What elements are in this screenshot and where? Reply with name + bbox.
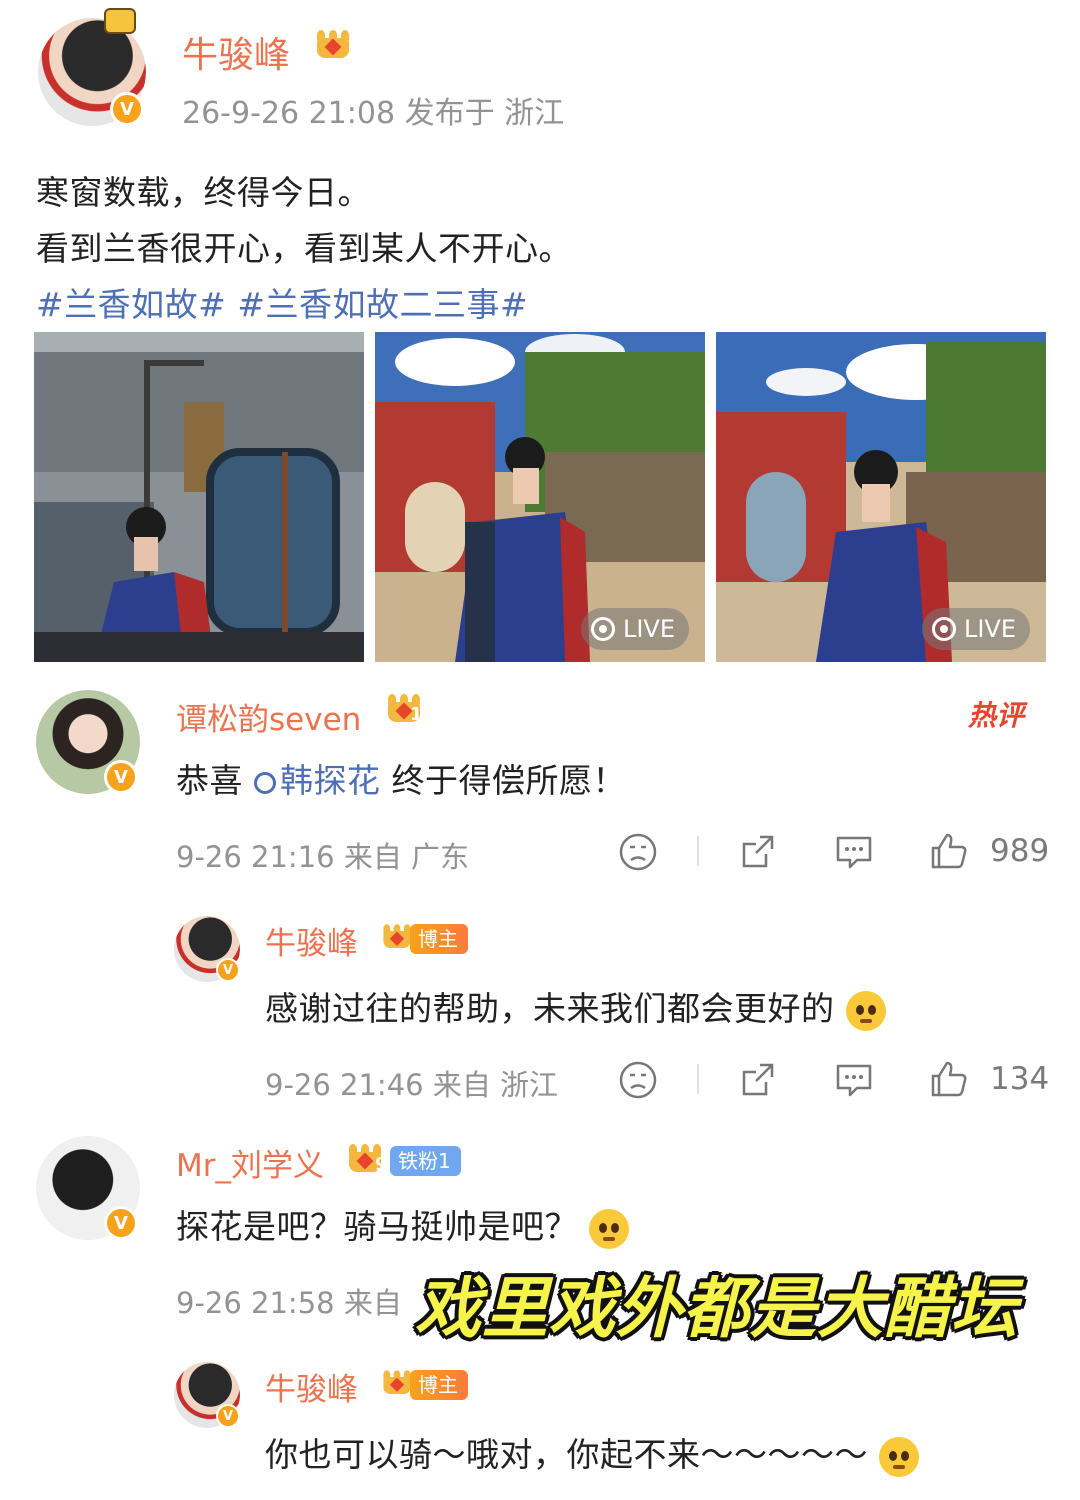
blogger-tag: 博主: [410, 924, 468, 954]
camera-decoration-icon: [104, 8, 136, 34]
topic-link[interactable]: #兰香如故二三事#: [237, 285, 528, 324]
post-topics: #兰香如故# #兰香如故二三事#: [36, 278, 528, 326]
crown-badge-icon: [381, 1369, 413, 1398]
dislike-icon[interactable]: [618, 832, 658, 872]
overlay-caption: 戏里戏外都是大醋坛: [415, 1270, 1018, 1347]
reply-author-name[interactable]: 牛骏峰: [265, 918, 358, 963]
reply-text: 感谢过往的帮助，未来我们都会更好的: [265, 982, 886, 1031]
verified-icon: V: [216, 958, 240, 982]
fan-level-number: 10: [410, 704, 436, 725]
comment-icon[interactable]: [833, 832, 875, 872]
post-time-location: 26-9-26 21:08 发布于 浙江: [182, 96, 565, 131]
post-photo-1[interactable]: [34, 332, 364, 662]
live-label: LIVE: [963, 615, 1016, 643]
live-icon: [931, 617, 956, 641]
reply-text-content: 你也可以骑～哦对，你起不来～～～～～: [265, 1435, 868, 1474]
comment-meta: 9-26 21:58 来自: [176, 1286, 402, 1320]
comment-icon[interactable]: [833, 1060, 875, 1100]
commenter-name[interactable]: 谭松韵seven: [176, 694, 361, 739]
divider: [697, 1064, 699, 1094]
like-icon[interactable]: [928, 830, 970, 872]
like-count: 989: [990, 833, 1050, 869]
mention-link[interactable]: 韩探花: [254, 761, 381, 800]
crown-badge-icon: [381, 923, 413, 952]
live-badge[interactable]: LIVE: [921, 608, 1030, 650]
reply-meta: 9-26 21:46 来自 浙江: [265, 1068, 559, 1102]
comment-text: 探花是吧？骑马挺帅是吧？: [176, 1200, 629, 1249]
verified-icon: V: [104, 760, 138, 794]
topic-link[interactable]: #兰香如故#: [36, 285, 226, 324]
verified-icon: V: [110, 92, 144, 126]
post-photo-2[interactable]: LIVE: [375, 332, 705, 662]
comment-text-prefix: 恭喜: [176, 761, 254, 800]
live-label: LIVE: [622, 615, 675, 643]
post-text-line-1: 寒窗数载，终得今日。: [36, 173, 371, 212]
comment-text-content: 探花是吧？骑马挺帅是吧？: [176, 1207, 578, 1246]
blogger-tag: 博主: [410, 1370, 468, 1400]
like-count: 134: [990, 1061, 1050, 1097]
live-icon: [590, 617, 615, 641]
search-icon: [254, 772, 276, 794]
hot-comment-tag: 热评: [968, 699, 1025, 732]
shy-emoji-icon: [879, 1436, 919, 1477]
fan-level-number: 9: [375, 1154, 388, 1175]
post-text-line-2: 看到兰香很开心，看到某人不开心。: [36, 229, 572, 268]
dislike-icon[interactable]: [618, 1060, 658, 1100]
thinking-emoji-icon: [589, 1208, 629, 1249]
reply-author-name[interactable]: 牛骏峰: [265, 1364, 358, 1409]
verified-icon: V: [216, 1404, 240, 1428]
share-icon[interactable]: [738, 1060, 778, 1100]
verified-icon: V: [104, 1206, 138, 1240]
post-author-name[interactable]: 牛骏峰: [182, 26, 290, 78]
live-badge[interactable]: LIVE: [580, 608, 689, 650]
divider: [697, 836, 699, 866]
comment-text-suffix: 终于得偿所愿！: [380, 761, 626, 800]
commenter-name[interactable]: Mr_刘学义: [176, 1140, 324, 1185]
reply-text-content: 感谢过往的帮助，未来我们都会更好的: [265, 989, 835, 1028]
post-photo-3[interactable]: LIVE: [716, 332, 1046, 662]
pleading-emoji-icon: [845, 990, 886, 1031]
reply-text: 你也可以骑～哦对，你起不来～～～～～: [265, 1428, 919, 1477]
fan-tag: 铁粉1: [390, 1146, 461, 1176]
share-icon[interactable]: [738, 832, 778, 872]
mention-text: 韩探花: [280, 761, 381, 800]
comment-meta: 9-26 21:16 来自 广东: [176, 840, 470, 874]
like-icon[interactable]: [928, 1058, 970, 1100]
crown-badge-icon: [314, 28, 352, 62]
comment-text: 恭喜 韩探花 终于得偿所愿！: [176, 754, 626, 802]
